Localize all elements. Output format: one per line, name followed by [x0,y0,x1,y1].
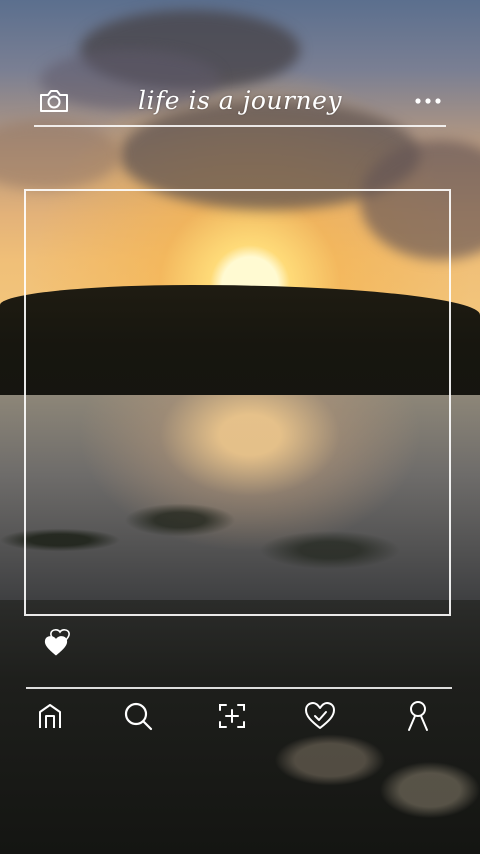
search-icon[interactable] [116,694,160,738]
home-icon[interactable] [28,694,72,738]
photo-frame [24,189,451,616]
instagram-frame-overlay: life is a journey [0,0,480,854]
bottom-nav [0,694,480,742]
hearts-icon[interactable] [40,626,80,666]
header-divider [34,125,446,127]
add-post-icon[interactable] [210,694,254,738]
nav-divider [26,687,452,689]
page-title: life is a journey [138,86,342,115]
heart-icon[interactable] [298,694,342,738]
header-bar: life is a journey [0,80,480,126]
profile-icon[interactable] [396,694,440,738]
more-horizontal-icon[interactable] [410,88,446,114]
